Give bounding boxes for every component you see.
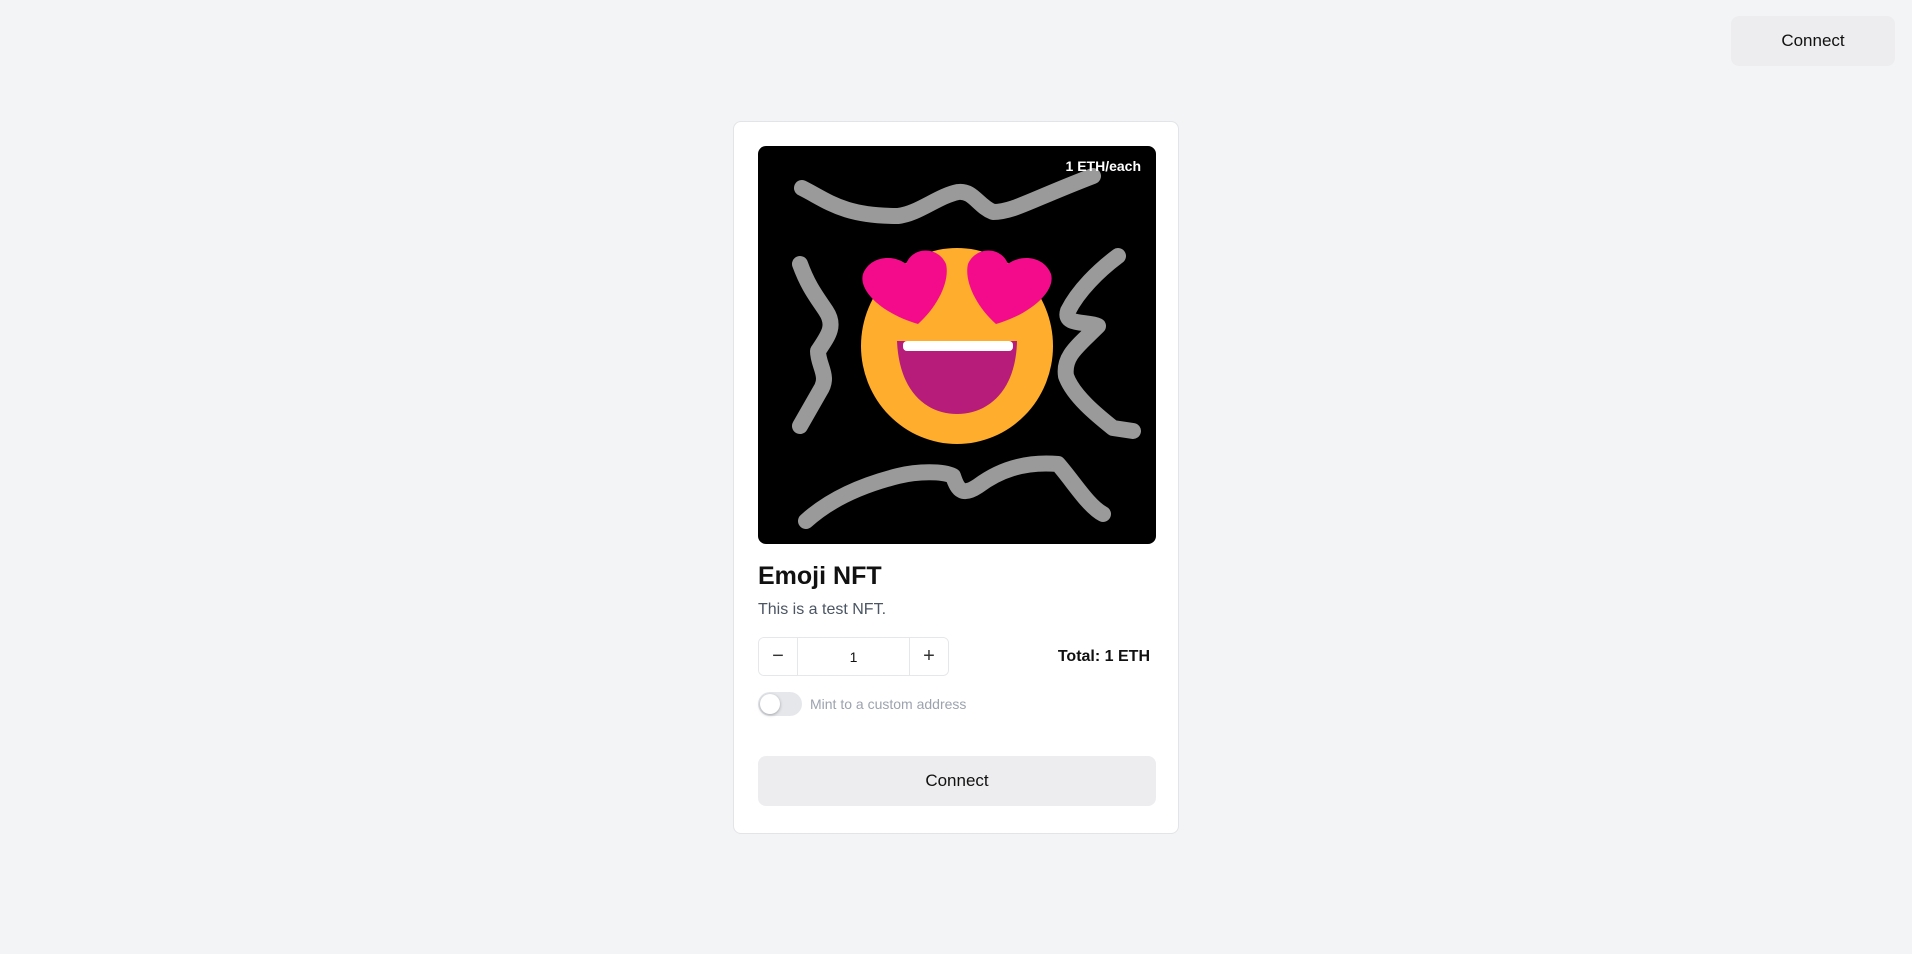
emoji-artwork [792,168,1141,529]
price-badge: 1 ETH/each [1065,158,1141,174]
quantity-stepper: − + [758,637,949,676]
teeth [903,341,1013,351]
custom-address-toggle[interactable] [758,692,802,716]
decrement-button[interactable]: − [759,638,797,675]
increment-button[interactable]: + [910,638,948,675]
custom-address-label: Mint to a custom address [810,696,967,712]
plus-icon: + [923,645,935,667]
quantity-input[interactable] [797,638,910,675]
connect-button[interactable]: Connect [758,756,1156,806]
nft-mint-card: 1 ETH/each Emoji NFT This is a test NFT.… [733,121,1179,834]
total-price: Total: 1 ETH [1057,647,1150,665]
header-connect-button[interactable]: Connect [1731,16,1895,66]
minus-icon: − [772,645,784,667]
nft-title: Emoji NFT [758,562,882,590]
toggle-knob [760,694,780,714]
nft-image: 1 ETH/each [758,146,1156,544]
nft-description: This is a test NFT. [758,601,887,618]
